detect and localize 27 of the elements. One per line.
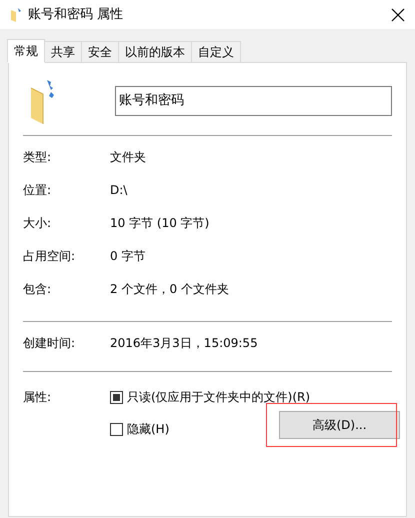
field-value: 10 字节 (10 字节) bbox=[110, 215, 210, 232]
field-value: 0 字节 bbox=[110, 248, 146, 265]
field-label: 包含: bbox=[23, 281, 52, 298]
field-value: 2 个文件，0 个文件夹 bbox=[110, 281, 229, 298]
field-label: 属性: bbox=[23, 389, 52, 406]
tab[interactable]: 共享 bbox=[45, 41, 82, 63]
advanced-button[interactable]: 高级(D)... bbox=[279, 411, 400, 439]
tab[interactable]: 常规 bbox=[7, 39, 45, 63]
window-title: 账号和密码 属性 bbox=[28, 6, 124, 24]
tab[interactable]: 自定义 bbox=[192, 41, 241, 63]
folder-icon bbox=[8, 6, 24, 22]
field-label: 大小: bbox=[23, 215, 52, 232]
name-field[interactable]: 账号和密码 bbox=[115, 86, 392, 116]
field-label: 位置: bbox=[23, 182, 52, 199]
checkbox[interactable] bbox=[110, 390, 123, 404]
field-label: 类型: bbox=[23, 149, 52, 166]
tab[interactable]: 以前的版本 bbox=[119, 41, 192, 63]
field-value: 2016年3月3日，15:09:55 bbox=[110, 335, 258, 352]
close-icon[interactable] bbox=[391, 8, 405, 22]
checkbox-label[interactable]: 隐藏(H) bbox=[127, 420, 170, 438]
field-label: 占用空间: bbox=[23, 248, 76, 265]
field-label: 创建时间: bbox=[23, 335, 76, 352]
field-value: D:\ bbox=[110, 182, 128, 199]
tab[interactable]: 安全 bbox=[82, 41, 119, 63]
checkbox[interactable] bbox=[110, 422, 123, 436]
checkbox-label[interactable]: 只读(仅应用于文件夹中的文件)(R) bbox=[127, 388, 310, 406]
field-value: 文件夹 bbox=[110, 149, 146, 166]
